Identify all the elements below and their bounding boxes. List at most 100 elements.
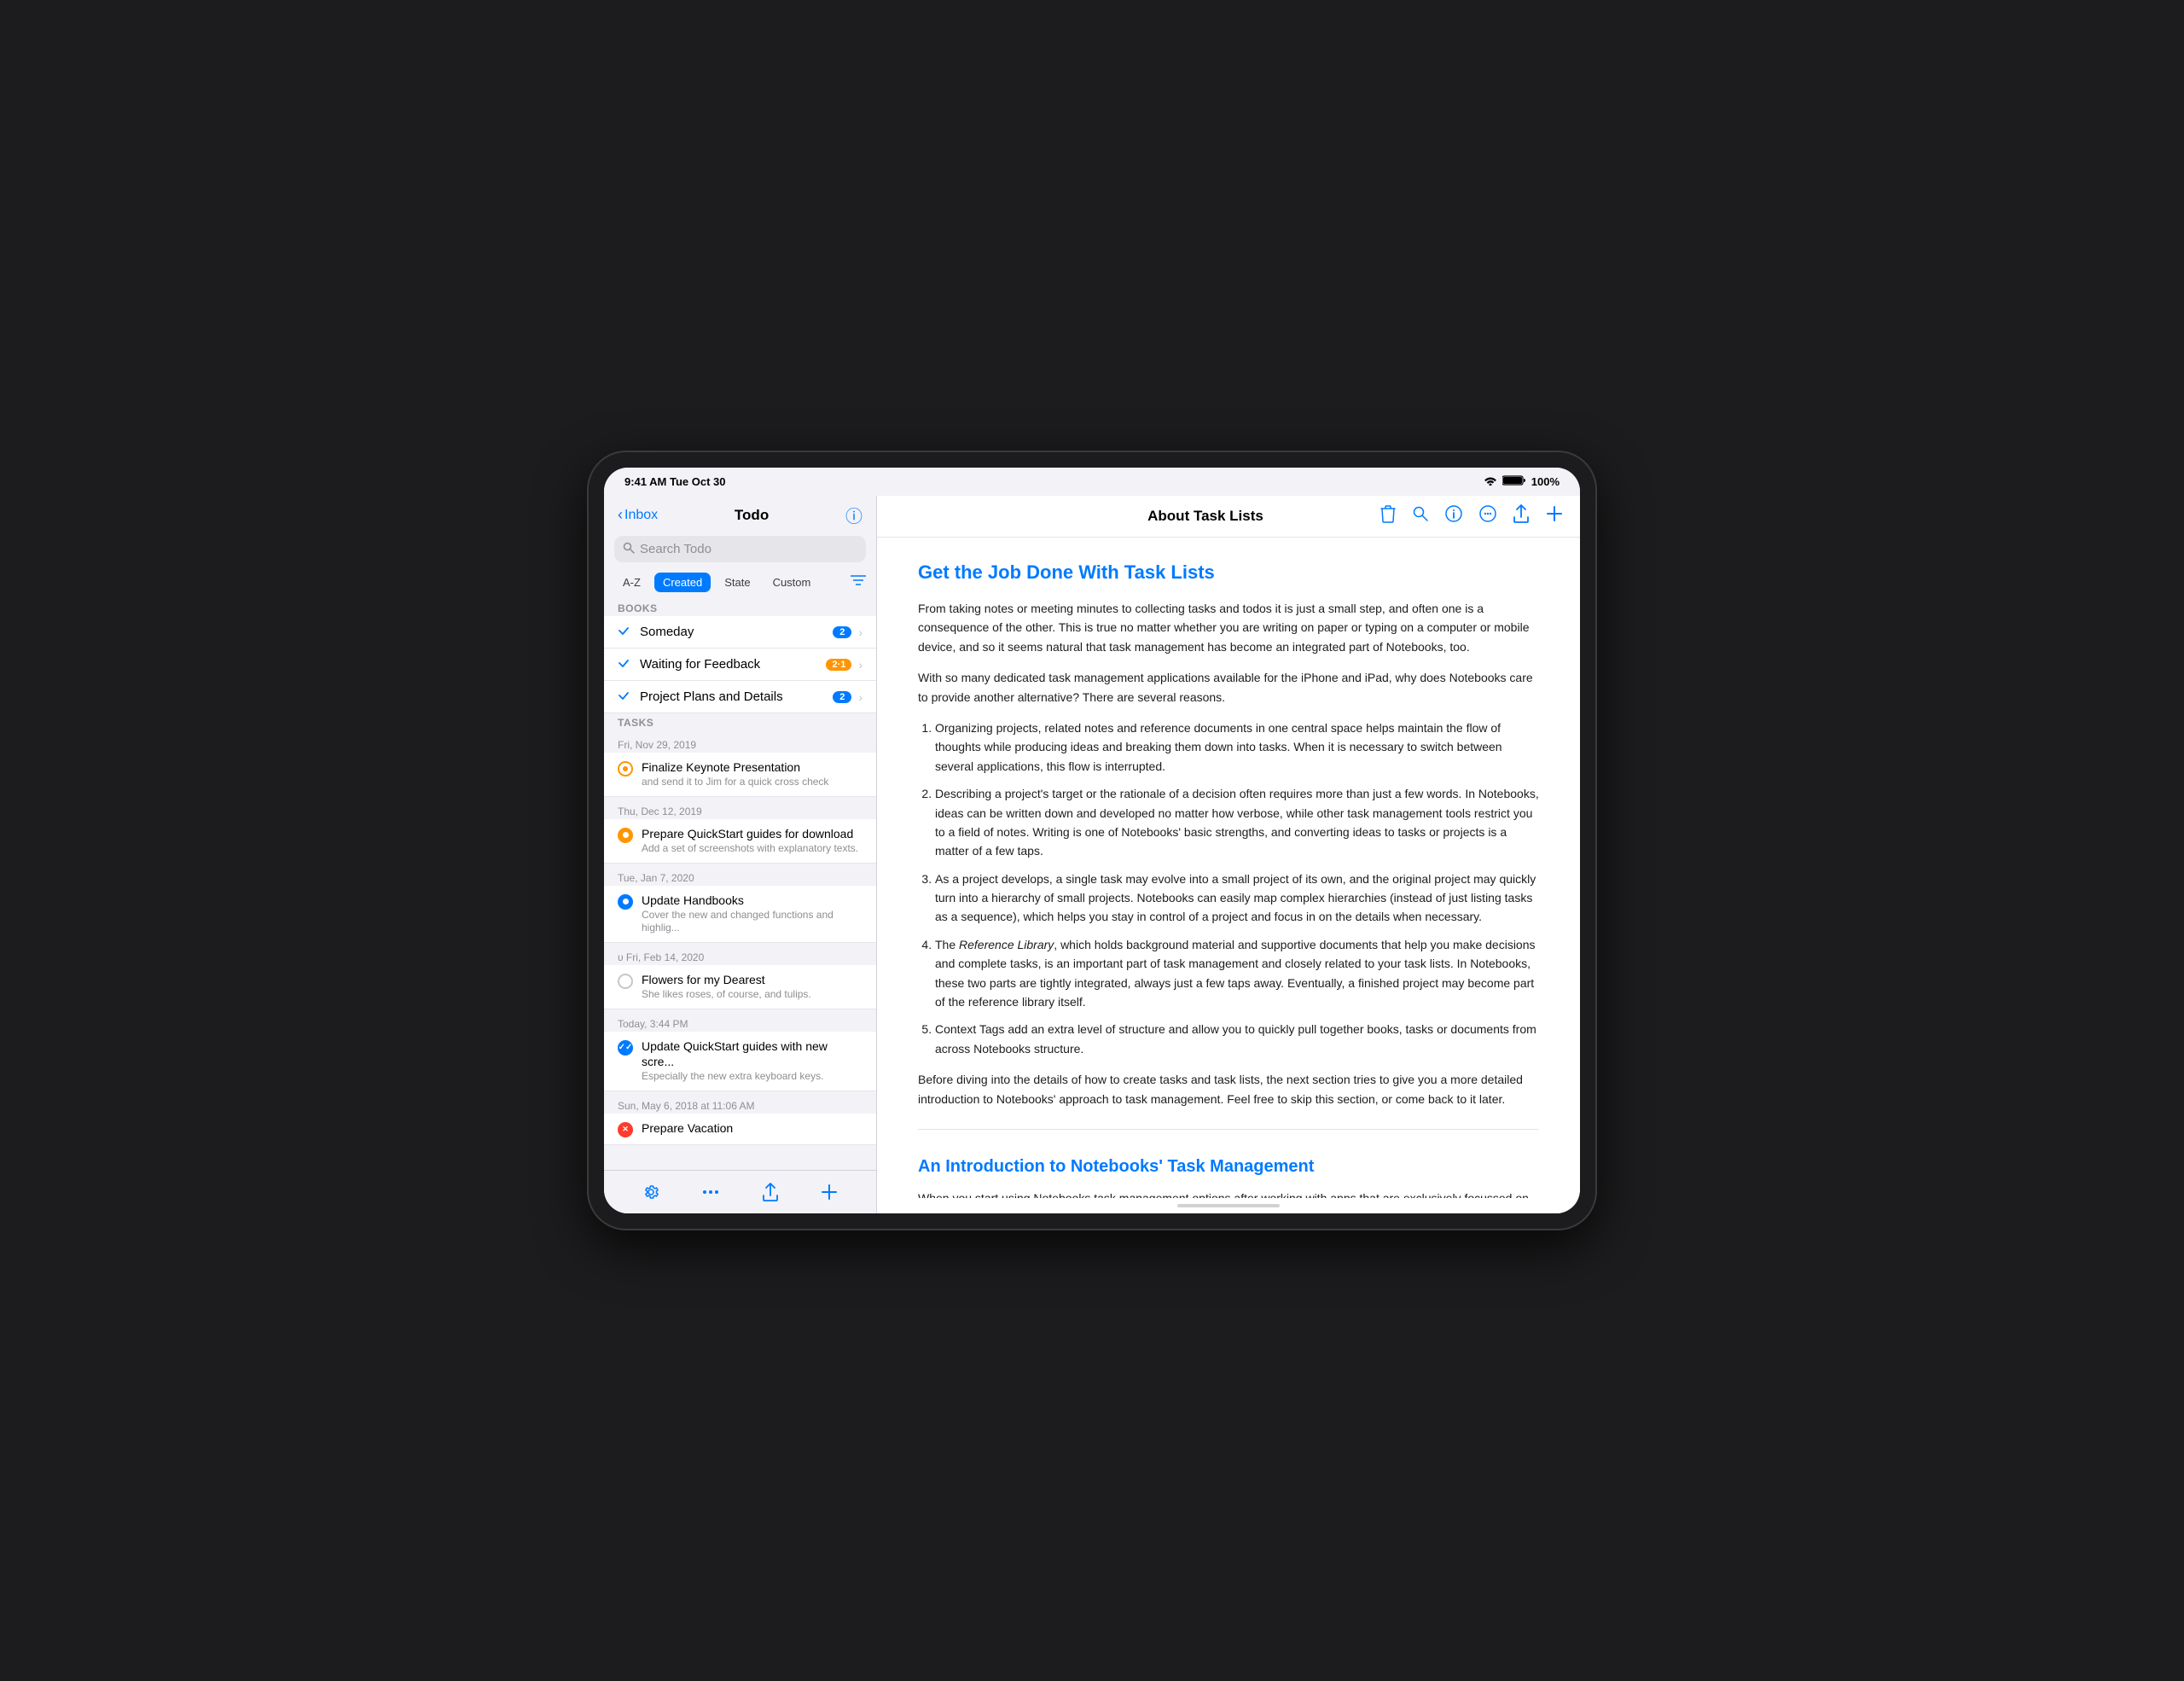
task-circle-5: ✓: [618, 1040, 633, 1056]
task-date-5: Today, 3:44 PM: [604, 1009, 876, 1032]
book-badge-waiting: 2·1: [826, 659, 851, 671]
ipad-screen: 9:41 AM Tue Oct 30 100% ‹ Inbox: [604, 468, 1580, 1213]
list-item-5: Context Tags add an extra level of struc…: [935, 1020, 1539, 1058]
trash-button[interactable]: [1380, 504, 1396, 528]
detail-header: About Task Lists: [877, 496, 1580, 538]
battery-percent: 100%: [1531, 475, 1560, 488]
task-subtitle-2: Add a set of screenshots with explanator…: [642, 842, 863, 856]
task-item-4[interactable]: Flowers for my Dearest She likes roses, …: [604, 965, 876, 1009]
task-circle-3: [618, 894, 633, 910]
filter-icon[interactable]: [851, 574, 866, 590]
article-intro-p1: From taking notes or meeting minutes to …: [918, 599, 1539, 656]
task-date-1: Fri, Nov 29, 2019: [604, 730, 876, 753]
task-subtitle-4: She likes roses, of course, and tulips.: [642, 988, 863, 1002]
article-closing-p: Before diving into the details of how to…: [918, 1070, 1539, 1108]
battery-icon: [1502, 474, 1526, 489]
task-content-2: Prepare QuickStart guides for download A…: [642, 826, 863, 856]
task-date-3: Tue, Jan 7, 2020: [604, 864, 876, 886]
task-subtitle-5: Especially the new extra keyboard keys.: [642, 1070, 863, 1084]
back-button[interactable]: ‹ Inbox: [618, 506, 658, 524]
tasks-section: TASKS Fri, Nov 29, 2019 Finalize Keynote…: [604, 713, 876, 1170]
home-bar: [1177, 1204, 1280, 1207]
sidebar-header: ‹ Inbox Todo ⓘ: [604, 496, 876, 532]
task-item-6[interactable]: ✕ Prepare Vacation: [604, 1114, 876, 1145]
home-indicator: [877, 1198, 1580, 1213]
detail-toolbar-icons: [1380, 504, 1563, 528]
task-item-1[interactable]: Finalize Keynote Presentation and send i…: [604, 753, 876, 797]
status-time: 9:41 AM Tue Oct 30: [624, 475, 725, 488]
task-date-6: Sun, May 6, 2018 at 11:06 AM: [604, 1091, 876, 1114]
books-section-header: BOOKS: [604, 599, 876, 616]
task-content-5: Update QuickStart guides with new scre..…: [642, 1038, 863, 1084]
list-item-2: Describing a project's target or the rat…: [935, 784, 1539, 861]
book-chevron-icon: ›: [858, 690, 863, 704]
info-button[interactable]: ⓘ: [845, 503, 863, 527]
article-h1: Get the Job Done With Task Lists: [918, 561, 1539, 584]
search-bar[interactable]: Search Todo: [614, 536, 866, 562]
task-item-2[interactable]: Prepare QuickStart guides for download A…: [604, 819, 876, 864]
sort-custom-button[interactable]: Custom: [764, 573, 820, 592]
app-container: ‹ Inbox Todo ⓘ Search Todo A-Z Creat: [604, 496, 1580, 1213]
ellipsis-button[interactable]: [692, 1186, 729, 1198]
gear-button[interactable]: [632, 1180, 670, 1204]
detail-title: About Task Lists: [1147, 508, 1263, 525]
wifi-icon: [1484, 475, 1497, 488]
book-chevron-icon: ›: [858, 658, 863, 672]
plus-button[interactable]: [810, 1180, 848, 1204]
task-content-1: Finalize Keynote Presentation and send i…: [642, 759, 863, 789]
book-badge-project: 2: [833, 691, 851, 703]
book-name-project: Project Plans and Details: [640, 689, 826, 704]
book-check-icon: [618, 625, 633, 639]
task-title-3: Update Handbooks: [642, 893, 863, 908]
sort-created-button[interactable]: Created: [654, 573, 711, 592]
ipad-frame: 9:41 AM Tue Oct 30 100% ‹ Inbox: [589, 452, 1595, 1229]
sort-bar: A-Z Created State Custom: [604, 569, 876, 599]
ellipsis-detail-button[interactable]: [1479, 505, 1496, 527]
task-subtitle-1: and send it to Jim for a quick cross che…: [642, 776, 863, 789]
task-subtitle-3: Cover the new and changed functions and …: [642, 909, 863, 935]
book-name-someday: Someday: [640, 625, 826, 639]
status-right: 100%: [1484, 474, 1560, 489]
task-title-4: Flowers for my Dearest: [642, 972, 863, 987]
task-circle-2: [618, 828, 633, 843]
task-content-6: Prepare Vacation: [642, 1120, 863, 1137]
detail-pane: About Task Lists: [877, 496, 1580, 1213]
book-badge-someday: 2: [833, 626, 851, 638]
sort-az-button[interactable]: A-Z: [614, 573, 649, 592]
task-item-5[interactable]: ✓ Update QuickStart guides with new scre…: [604, 1032, 876, 1091]
task-title-2: Prepare QuickStart guides for download: [642, 826, 863, 841]
book-chevron-icon: ›: [858, 625, 863, 639]
list-item-1: Organizing projects, related notes and r…: [935, 718, 1539, 776]
task-content-3: Update Handbooks Cover the new and chang…: [642, 893, 863, 935]
task-date-2: Thu, Dec 12, 2019: [604, 797, 876, 819]
plus-detail-button[interactable]: [1546, 505, 1563, 527]
search-icon: [623, 542, 635, 556]
article-body-p: When you start using Notebooks task mana…: [918, 1189, 1539, 1198]
search-placeholder: Search Todo: [640, 542, 712, 556]
list-item-4: The Reference Library, which holds backg…: [935, 935, 1539, 1012]
sort-state-button[interactable]: State: [716, 573, 758, 592]
sidebar-toolbar: [604, 1170, 876, 1213]
task-title-5: Update QuickStart guides with new scre..…: [642, 1038, 863, 1069]
article-h2: An Introduction to Notebooks' Task Manag…: [918, 1157, 1539, 1177]
share-button[interactable]: [752, 1179, 788, 1205]
book-check-icon: [618, 689, 633, 704]
search-detail-button[interactable]: [1413, 506, 1428, 526]
book-check-icon: [618, 657, 633, 672]
divider: [918, 1129, 1539, 1130]
article-intro-p2: With so many dedicated task management a…: [918, 668, 1539, 707]
task-title-1: Finalize Keynote Presentation: [642, 759, 863, 775]
task-content-4: Flowers for my Dearest She likes roses, …: [642, 972, 863, 1002]
book-item-someday[interactable]: Someday 2 ›: [604, 616, 876, 649]
book-item-project[interactable]: Project Plans and Details 2 ›: [604, 681, 876, 713]
status-bar: 9:41 AM Tue Oct 30 100%: [604, 468, 1580, 496]
task-item-3[interactable]: Update Handbooks Cover the new and chang…: [604, 886, 876, 943]
list-item-3: As a project develops, a single task may…: [935, 870, 1539, 927]
share-detail-button[interactable]: [1513, 504, 1529, 528]
book-item-waiting[interactable]: Waiting for Feedback 2·1 ›: [604, 649, 876, 681]
back-chevron-icon: ‹: [618, 506, 623, 524]
info-detail-button[interactable]: [1445, 505, 1462, 527]
task-date-4: υ Fri, Feb 14, 2020: [604, 943, 876, 965]
article-list: Organizing projects, related notes and r…: [918, 718, 1539, 1058]
tasks-section-header: TASKS: [604, 713, 876, 730]
